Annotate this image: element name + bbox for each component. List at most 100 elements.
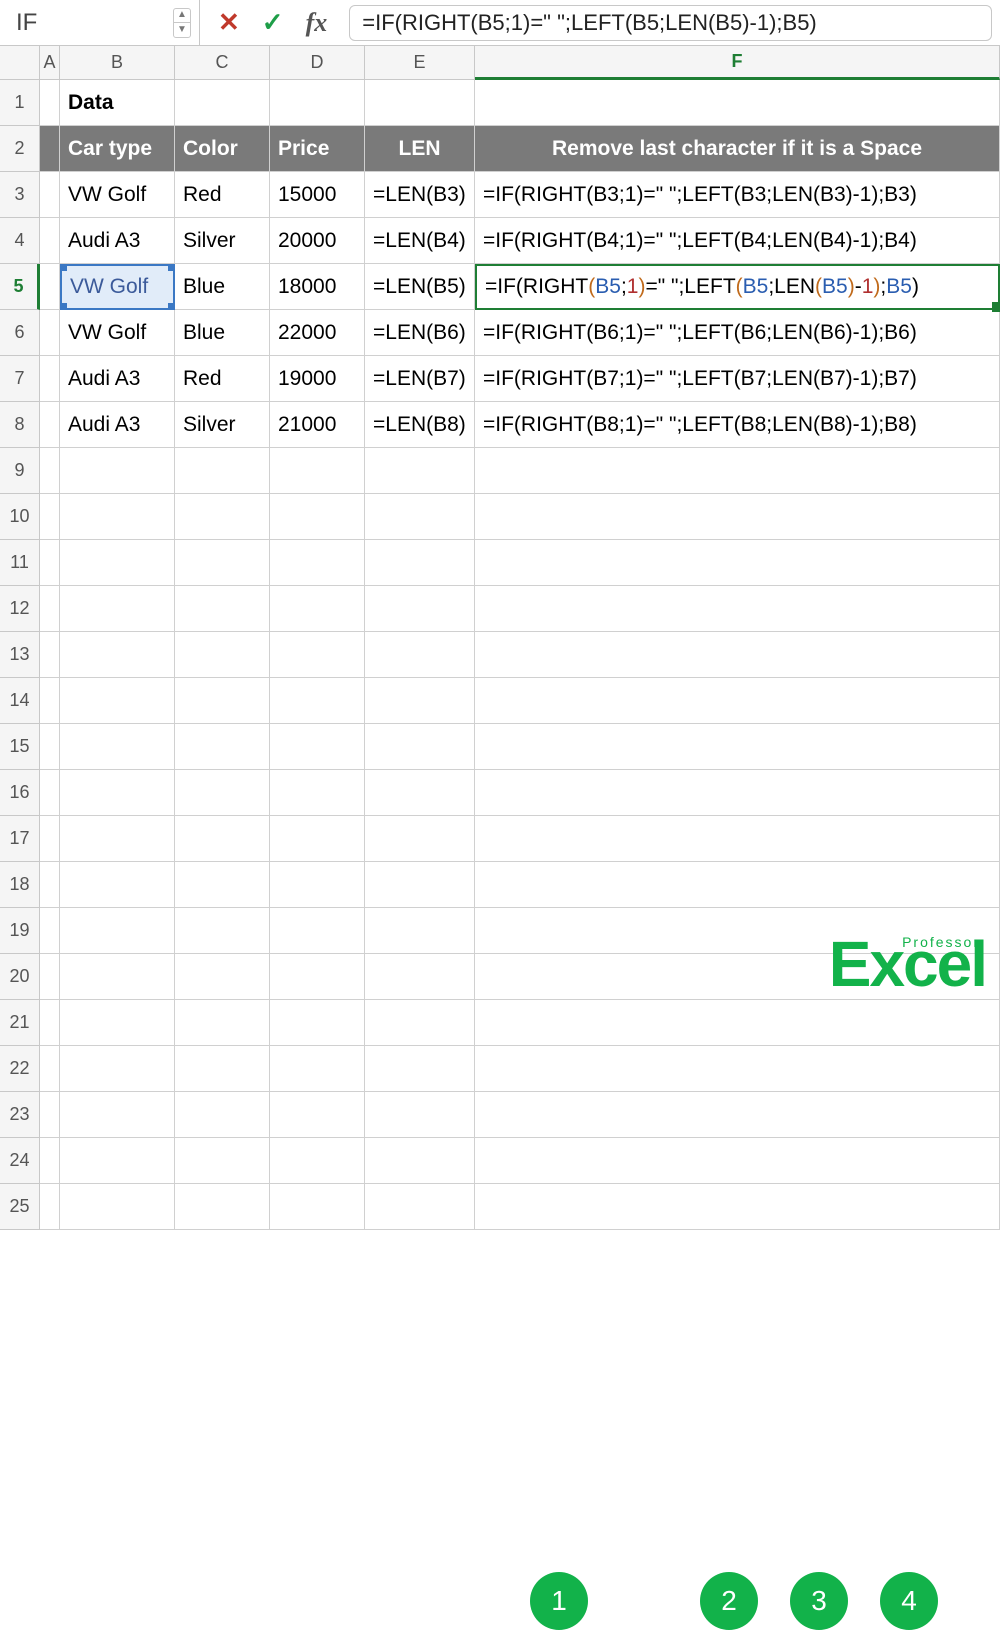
cell[interactable] [270,540,365,586]
cell[interactable] [40,356,60,402]
cell[interactable] [475,494,1000,540]
data-title[interactable]: Data [60,80,175,126]
chevron-up-icon[interactable]: ▲ [174,9,190,24]
cell[interactable] [40,1138,60,1184]
cell[interactable] [60,540,175,586]
cell[interactable] [60,632,175,678]
cell[interactable] [270,1184,365,1230]
cell[interactable] [365,1092,475,1138]
name-box[interactable]: IF ▲ ▼ [0,0,200,45]
row-header[interactable]: 11 [0,540,40,586]
th-car-type[interactable]: Car type [60,126,175,172]
cell[interactable] [60,1000,175,1046]
cell[interactable] [40,862,60,908]
cell[interactable] [365,586,475,632]
row-header[interactable]: 8 [0,402,40,448]
row-header[interactable]: 13 [0,632,40,678]
row-header[interactable]: 20 [0,954,40,1000]
cell[interactable] [60,448,175,494]
cell[interactable]: Audi A3 [60,218,175,264]
select-all-corner[interactable] [0,46,40,80]
cell[interactable] [40,1046,60,1092]
cell[interactable] [270,724,365,770]
row-header[interactable]: 6 [0,310,40,356]
cell[interactable] [175,448,270,494]
cell[interactable] [365,816,475,862]
cell[interactable]: Audi A3 [60,402,175,448]
col-header-A[interactable]: A [40,46,60,80]
cell[interactable] [365,954,475,1000]
cell[interactable] [60,954,175,1000]
cell[interactable] [365,770,475,816]
cell[interactable] [40,770,60,816]
cell[interactable] [475,632,1000,678]
cell[interactable] [175,1046,270,1092]
active-cell-F5[interactable]: =IF(RIGHT(B5;1)=" ";LEFT(B5;LEN(B5)-1);B… [475,264,1000,310]
enter-icon[interactable]: ✓ [262,7,284,38]
cell[interactable] [40,1184,60,1230]
cell[interactable] [365,1046,475,1092]
cell[interactable] [60,908,175,954]
cell[interactable] [270,1138,365,1184]
cell[interactable] [270,1092,365,1138]
cell[interactable] [60,1092,175,1138]
cell[interactable] [40,816,60,862]
cell[interactable] [365,540,475,586]
th-color[interactable]: Color [175,126,270,172]
cancel-icon[interactable]: ✕ [218,7,240,38]
cell[interactable] [175,954,270,1000]
row-header[interactable]: 24 [0,1138,40,1184]
cell[interactable]: =IF(RIGHT(B3;1)=" ";LEFT(B3;LEN(B3)-1);B… [475,172,1000,218]
cell[interactable] [270,448,365,494]
cell[interactable] [270,770,365,816]
cell[interactable]: =IF(RIGHT(B7;1)=" ";LEFT(B7;LEN(B7)-1);B… [475,356,1000,402]
cell[interactable] [175,80,270,126]
cell[interactable] [365,1184,475,1230]
cell[interactable] [40,218,60,264]
cell[interactable] [60,494,175,540]
cell[interactable] [40,908,60,954]
cell[interactable]: Audi A3 [60,356,175,402]
cell[interactable]: Blue [175,310,270,356]
cell[interactable] [175,586,270,632]
cell[interactable] [475,448,1000,494]
th-remove[interactable]: Remove last character if it is a Space [475,126,1000,172]
cell[interactable] [175,1184,270,1230]
cell[interactable] [175,724,270,770]
cell[interactable]: Blue [175,264,270,310]
cell[interactable] [60,586,175,632]
cell[interactable] [60,862,175,908]
cell[interactable] [60,1046,175,1092]
cell[interactable]: 22000 [270,310,365,356]
th-price[interactable]: Price [270,126,365,172]
cell[interactable] [365,448,475,494]
cell[interactable] [365,1138,475,1184]
chevron-down-icon[interactable]: ▼ [174,23,190,37]
cell[interactable]: =LEN(B7) [365,356,475,402]
cell[interactable] [40,1000,60,1046]
cell[interactable] [475,80,1000,126]
cell[interactable] [270,586,365,632]
cell[interactable] [40,80,60,126]
cell[interactable]: Silver [175,218,270,264]
cell[interactable]: =IF(RIGHT(B8;1)=" ";LEFT(B8;LEN(B8)-1);B… [475,402,1000,448]
cell[interactable] [270,678,365,724]
cell[interactable] [270,494,365,540]
row-header[interactable]: 1 [0,80,40,126]
row-header[interactable]: 18 [0,862,40,908]
row-header[interactable]: 12 [0,586,40,632]
row-header[interactable]: 19 [0,908,40,954]
col-header-B[interactable]: B [60,46,175,80]
fx-icon[interactable]: fx [306,8,328,38]
cell[interactable] [175,1092,270,1138]
cell[interactable] [175,494,270,540]
cell[interactable] [40,678,60,724]
cell[interactable] [365,908,475,954]
cell[interactable] [365,1000,475,1046]
cell[interactable] [365,632,475,678]
cell[interactable] [270,632,365,678]
cell[interactable]: =IF(RIGHT(B4;1)=" ";LEFT(B4;LEN(B4)-1);B… [475,218,1000,264]
cell[interactable] [270,1046,365,1092]
cell[interactable] [365,724,475,770]
cell[interactable] [40,1092,60,1138]
